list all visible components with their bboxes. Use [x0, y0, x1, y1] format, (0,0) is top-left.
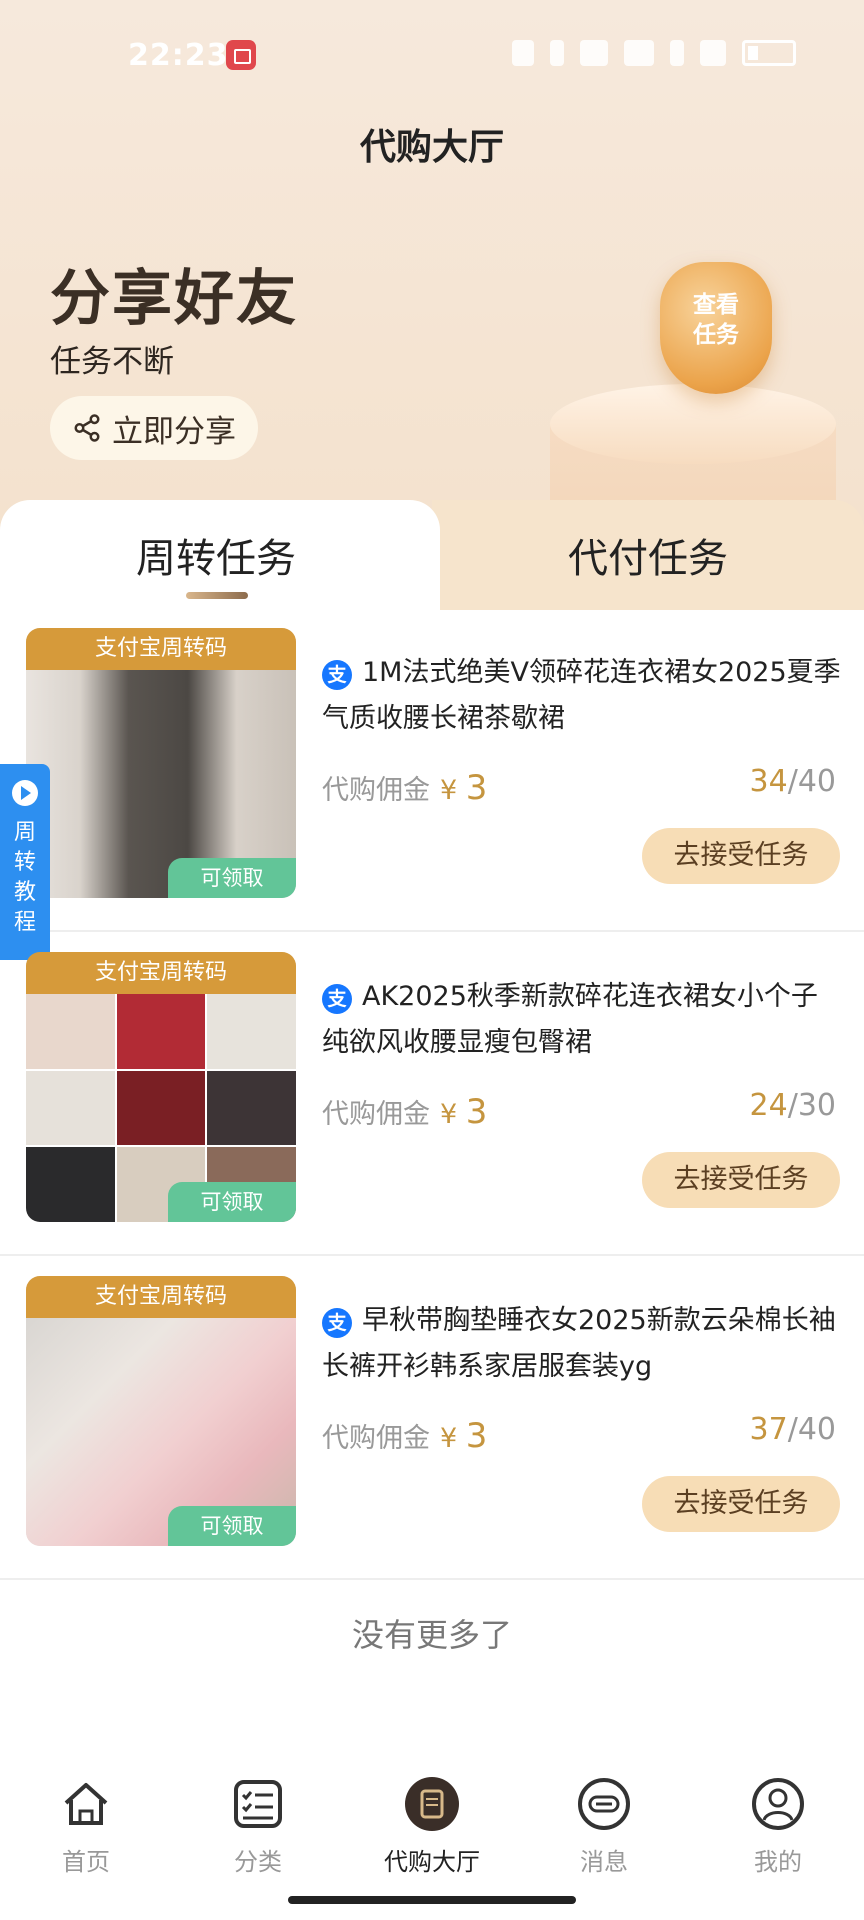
status-icons [512, 40, 796, 66]
status-bar: 22:23 [0, 34, 864, 78]
currency-symbol: ¥ [440, 1423, 458, 1454]
commission: 代购佣金 ¥ 3 [322, 768, 487, 808]
task-item[interactable]: 支付宝周转码 可领取 支 1M法式绝美V领碎花连衣裙女2025夏季气质收腰长裙茶… [0, 608, 864, 932]
available-tag: 可领取 [168, 1182, 296, 1222]
accept-task-button[interactable]: 去接受任务 [642, 828, 840, 884]
message-icon [578, 1778, 630, 1830]
play-icon [12, 780, 38, 806]
progress-done: 37 [749, 1412, 788, 1447]
commission-price: ¥ 3 [440, 1416, 487, 1456]
task-progress: 34/40 [750, 764, 836, 799]
thumbnail-banner: 支付宝周转码 [26, 952, 296, 994]
nav-item-label: 消息 [580, 1848, 628, 1876]
progress-done: 34 [749, 764, 788, 799]
thumbnail-banner: 支付宝周转码 [26, 628, 296, 670]
progress-total: /40 [787, 1412, 836, 1447]
task-tabs: 代付任务 周转任务 [0, 500, 864, 610]
hall-icon [405, 1777, 459, 1831]
profile-icon [752, 1778, 804, 1830]
mute-icon [512, 40, 534, 66]
bluetooth-icon [550, 40, 564, 66]
accept-task-button[interactable]: 去接受任务 [642, 1152, 840, 1208]
active-tab-indicator [186, 592, 248, 599]
page: 22:23 代购大厅 分享好友 任务不断 立即分享 查看任务 代付任务 周转任务… [0, 0, 864, 1920]
commission-label: 代购佣金 [322, 1099, 430, 1130]
no-more-text: 没有更多了 [351, 1616, 512, 1654]
nav-item-messages[interactable]: 消息 [544, 1776, 664, 1877]
view-tasks-badge-label: 查看任务 [693, 292, 739, 348]
progress-total: /30 [787, 1088, 836, 1123]
task-list: 支付宝周转码 可领取 支 1M法式绝美V领碎花连衣裙女2025夏季气质收腰长裙茶… [0, 608, 864, 1580]
commission-label: 代购佣金 [322, 775, 430, 806]
nav-item-label: 分类 [234, 1848, 282, 1876]
page-title: 代购大厅 [359, 127, 504, 168]
task-thumbnail[interactable]: 支付宝周转码 可领取 [26, 628, 296, 898]
hero-title: 分享好友 [50, 264, 298, 334]
tab-turnover-tasks[interactable]: 周转任务 [0, 500, 440, 610]
commission: 代购佣金 ¥ 3 [322, 1092, 487, 1132]
tab-payment-tasks[interactable]: 代付任务 [432, 500, 864, 610]
pedestal-top-decoration [550, 384, 836, 464]
accept-task-button[interactable]: 去接受任务 [642, 1476, 840, 1532]
nav-item-label: 首页 [62, 1848, 110, 1876]
commission-label: 代购佣金 [322, 1423, 430, 1454]
nav-item-profile[interactable]: 我的 [718, 1776, 838, 1877]
commission-value: 3 [465, 1416, 488, 1456]
task-item[interactable]: 支付宝周转码 可领取 支 AK2025秋季新款碎花连衣裙女小个子纯欲风收腰显瘦包… [0, 932, 864, 1256]
thumbnail-banner: 支付宝周转码 [26, 1276, 296, 1318]
commission-value: 3 [465, 1092, 488, 1132]
share-button-label: 立即分享 [112, 413, 236, 450]
task-item[interactable]: 支付宝周转码 可领取 支 早秋带胸垫睡衣女2025新款云朵棉长袖长裤开衫韩系家居… [0, 1256, 864, 1580]
task-thumbnail[interactable]: 支付宝周转码 可领取 [26, 1276, 296, 1546]
category-icon [234, 1780, 282, 1828]
task-thumbnail[interactable]: 支付宝周转码 可领取 [26, 952, 296, 1222]
tab-payment-tasks-label: 代付任务 [568, 536, 728, 582]
battery-icon [742, 40, 796, 66]
nav-item-category[interactable]: 分类 [198, 1776, 318, 1877]
nav-item-label: 我的 [754, 1848, 802, 1876]
nav-item-hall[interactable]: 代购大厅 [372, 1776, 492, 1877]
commission-value: 3 [465, 768, 488, 808]
wifi-icon [580, 40, 608, 66]
task-title: 早秋带胸垫睡衣女2025新款云朵棉长袖长裤开衫韩系家居服套装yg [322, 1305, 836, 1382]
task-title: 1M法式绝美V领碎花连衣裙女2025夏季气质收腰长裙茶歇裙 [322, 657, 841, 734]
progress-done: 24 [749, 1088, 788, 1123]
tab-turnover-tasks-label: 周转任务 [136, 536, 296, 582]
commission-price: ¥ 3 [440, 1092, 487, 1132]
nav-item-home[interactable]: 首页 [26, 1776, 146, 1877]
home-icon [64, 1783, 108, 1825]
hero-subtitle: 任务不断 [50, 344, 174, 380]
commission: 代购佣金 ¥ 3 [322, 1416, 487, 1456]
view-tasks-badge[interactable]: 查看任务 [660, 262, 772, 394]
screen-record-icon [226, 40, 256, 70]
home-indicator[interactable] [288, 1896, 576, 1904]
task-progress: 24/30 [750, 1088, 836, 1123]
status-time: 22:23 [128, 38, 229, 73]
nav-item-label: 代购大厅 [384, 1848, 480, 1876]
bottom-nav: 首页 分类 代购大厅 消息 我的 [0, 1764, 864, 1884]
hero-banner: 22:23 代购大厅 分享好友 任务不断 立即分享 查看任务 代付任务 周转任务 [0, 0, 864, 610]
signal-2-icon [700, 40, 726, 66]
share-button[interactable]: 立即分享 [50, 396, 258, 460]
available-tag: 可领取 [168, 858, 296, 898]
task-progress: 37/40 [750, 1412, 836, 1447]
tutorial-side-tab-label: 周转教程 [13, 820, 36, 935]
signal-1-icon [670, 40, 684, 66]
hd-icon [624, 40, 654, 66]
tutorial-side-tab[interactable]: 周转教程 [0, 764, 50, 960]
currency-symbol: ¥ [440, 1099, 458, 1130]
currency-symbol: ¥ [440, 775, 458, 806]
task-title: AK2025秋季新款碎花连衣裙女小个子纯欲风收腰显瘦包臀裙 [322, 981, 818, 1058]
share-icon [74, 414, 100, 442]
available-tag: 可领取 [168, 1506, 296, 1546]
progress-total: /40 [787, 764, 836, 799]
commission-price: ¥ 3 [440, 768, 487, 808]
